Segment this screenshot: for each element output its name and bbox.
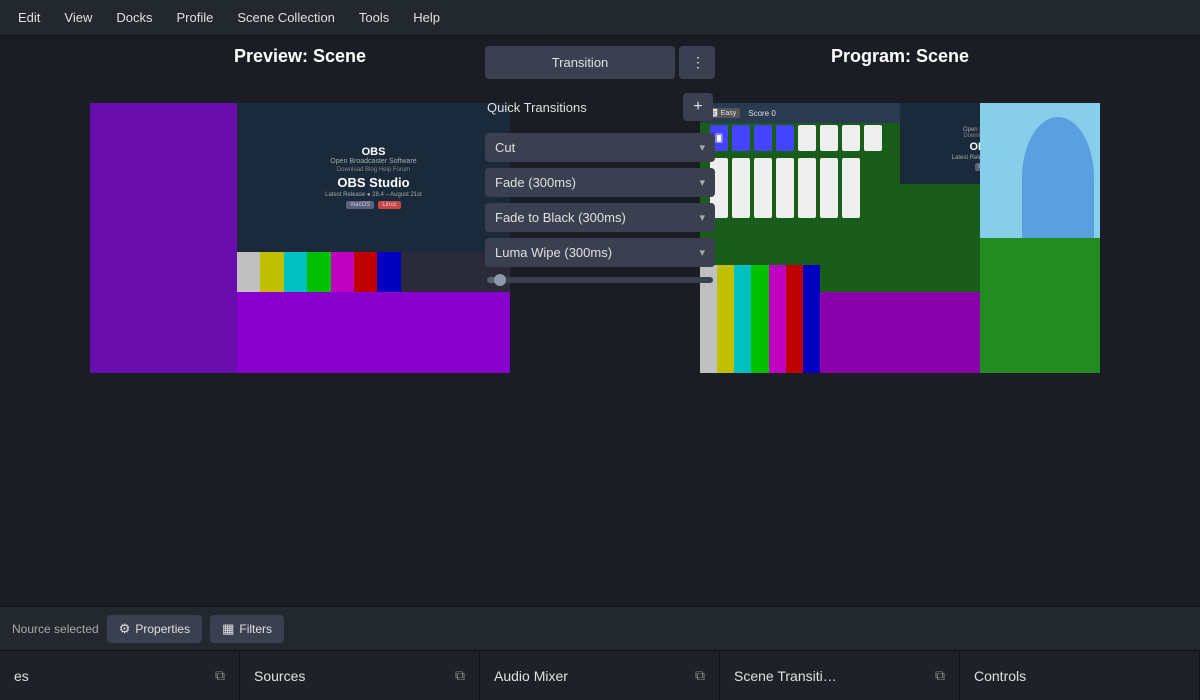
menu-item-scene-collection[interactable]: Scene Collection — [227, 6, 345, 29]
menu-item-view[interactable]: View — [54, 6, 102, 29]
preview-screen: OBS Open Broadcaster Software Download B… — [90, 103, 510, 373]
panel-tab-audio-icon[interactable]: ⧉ — [695, 667, 705, 684]
transition-menu-button[interactable]: ⋮ — [679, 46, 715, 79]
preview-purple-bg — [90, 103, 237, 373]
prev-website: OBS Open Broadcaster Software Download B… — [237, 103, 510, 252]
menu-item-tools[interactable]: Tools — [349, 6, 399, 29]
menu-item-docks[interactable]: Docks — [106, 6, 162, 29]
transition-slider-container — [485, 273, 715, 287]
transition-select-fade-to-black[interactable]: Fade to Black (300ms) ▾ — [485, 203, 715, 232]
gear-icon: ⚙ — [119, 621, 131, 637]
panel-tab-scene-transitions[interactable]: Scene Transiti… ⧉ — [720, 651, 960, 700]
transition-slider[interactable] — [487, 277, 713, 283]
main-area: Preview: Scene OBS Open Broadcaster Soft… — [0, 36, 1200, 606]
add-transition-button[interactable]: + — [683, 93, 713, 121]
transition-select-fade[interactable]: Fade (300ms) ▾ — [485, 168, 715, 197]
filter-icon: ▦ — [222, 621, 234, 637]
filters-label: Filters — [239, 622, 272, 636]
filters-button[interactable]: ▦ Filters — [210, 615, 284, 643]
panel-tab-scenes-label: es — [14, 668, 29, 684]
panel-tab-audio-mixer[interactable]: Audio Mixer ⧉ — [480, 651, 720, 700]
transition-select-luma-wipe[interactable]: Luma Wipe (300ms) ▾ — [485, 238, 715, 267]
transition-header: Transition ⋮ — [485, 46, 715, 79]
preview-title: Preview: Scene — [234, 46, 366, 67]
transition-panel: Transition ⋮ Quick Transitions + Cut ▾ F… — [485, 36, 715, 287]
panel-tab-controls-label: Controls — [974, 668, 1026, 684]
panel-tab-scenes[interactable]: es ⧉ — [0, 651, 240, 700]
panel-tab-controls[interactable]: Controls — [960, 651, 1200, 700]
menu-item-help[interactable]: Help — [403, 6, 450, 29]
panel-tab-transitions-label: Scene Transiti… — [734, 668, 837, 684]
panel-tab-sources[interactable]: Sources ⧉ — [240, 651, 480, 700]
program-screen: 🃏 Easy Score 0 0:00 🂠 — [700, 103, 1100, 373]
slider-thumb[interactable] — [494, 274, 506, 286]
panel-tab-scenes-icon[interactable]: ⧉ — [215, 667, 225, 684]
preview-purple-bottom — [237, 292, 510, 373]
menu-item-edit[interactable]: Edit — [8, 6, 50, 29]
panels-bar: es ⧉ Sources ⧉ Audio Mixer ⧉ Scene Trans… — [0, 650, 1200, 700]
transition-select-cut[interactable]: Cut ▾ — [485, 133, 715, 162]
transition-button[interactable]: Transition — [485, 46, 675, 79]
quick-transitions-label: Quick Transitions — [487, 100, 587, 115]
bottom-toolbar: Nource selected ⚙ Properties ▦ Filters — [0, 606, 1200, 650]
quick-transitions-row: Quick Transitions + — [485, 87, 715, 127]
panel-tab-sources-label: Sources — [254, 668, 305, 684]
properties-button[interactable]: ⚙ Properties — [107, 615, 202, 643]
panel-tab-audio-label: Audio Mixer — [494, 668, 568, 684]
panel-tab-sources-icon[interactable]: ⧉ — [455, 667, 465, 684]
properties-label: Properties — [135, 622, 190, 636]
program-color-bars — [700, 265, 820, 373]
landscape-bg — [980, 103, 1100, 373]
source-selected-text: Nource selected — [12, 622, 99, 636]
menubar: Edit View Docks Profile Scene Collection… — [0, 0, 1200, 36]
program-title: Program: Scene — [831, 46, 969, 67]
menu-item-profile[interactable]: Profile — [166, 6, 223, 29]
panel-tab-transitions-icon[interactable]: ⧉ — [935, 667, 945, 684]
